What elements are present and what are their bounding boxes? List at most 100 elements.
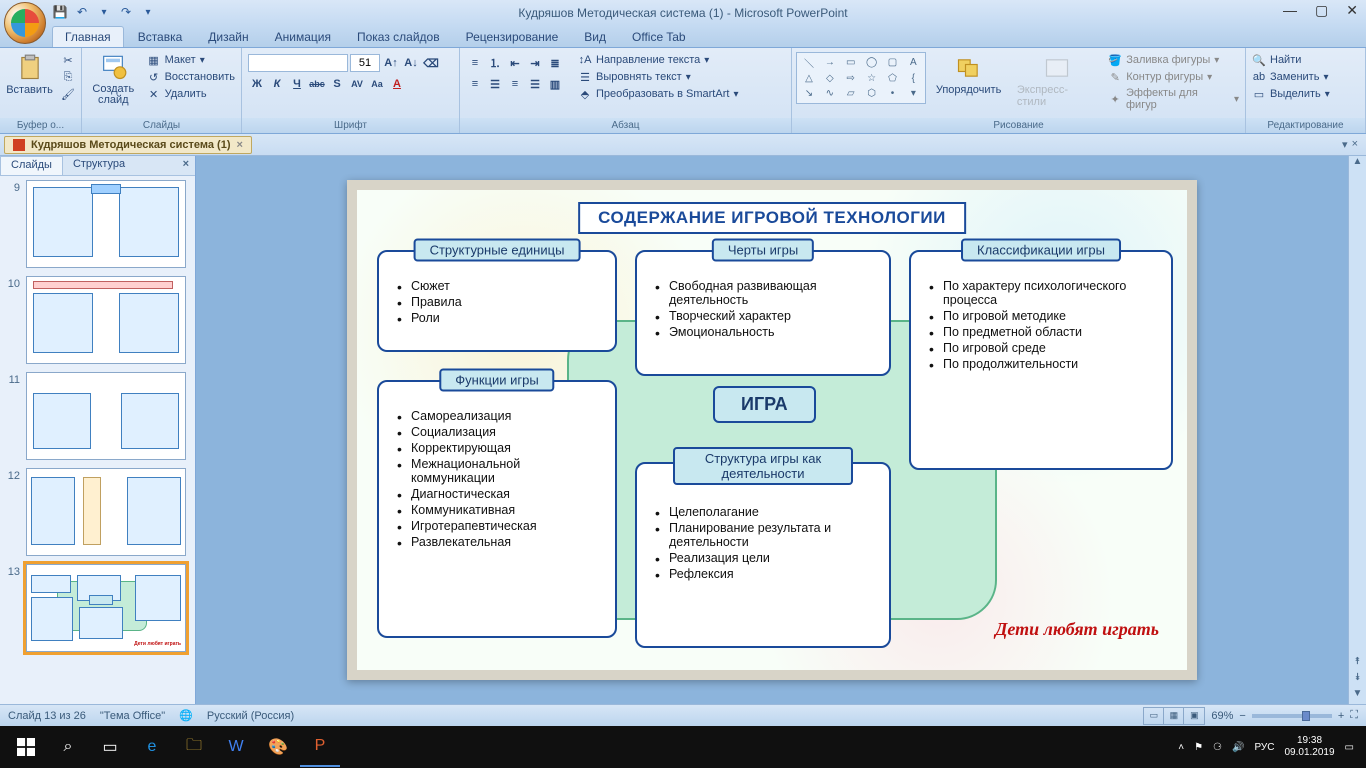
numbering-icon[interactable]: ⒈: [486, 54, 504, 72]
tab-view[interactable]: Вид: [572, 27, 618, 47]
shrink-font-icon[interactable]: A↓: [402, 54, 420, 72]
slide-title-box[interactable]: СОДЕРЖАНИЕ ИГРОВОЙ ТЕХНОЛОГИИ: [578, 202, 966, 234]
slideshow-view-button[interactable]: ▣: [1184, 708, 1204, 724]
sorter-view-button[interactable]: ▦: [1164, 708, 1184, 724]
fit-to-window-icon[interactable]: ⛶: [1350, 709, 1358, 722]
doctab-dropdown-icon[interactable]: ▾: [1342, 138, 1348, 151]
next-slide-icon[interactable]: ⯯: [1355, 672, 1361, 688]
panel-close-icon[interactable]: ×: [177, 156, 195, 175]
italic-button[interactable]: К: [268, 75, 286, 93]
tray-language[interactable]: РУС: [1254, 742, 1274, 753]
slide-thumbnail-9[interactable]: [26, 180, 186, 268]
paste-button[interactable]: Вставить: [4, 52, 55, 98]
align-left-icon[interactable]: ≡: [466, 75, 484, 93]
document-tab-close-icon[interactable]: ×: [236, 139, 242, 151]
tab-insert[interactable]: Вставка: [126, 27, 195, 47]
underline-button[interactable]: Ч: [288, 75, 306, 93]
tab-animation[interactable]: Анимация: [263, 27, 343, 47]
status-language[interactable]: Русский (Россия): [207, 710, 294, 722]
tab-slideshow[interactable]: Показ слайдов: [345, 27, 452, 47]
action-center-icon[interactable]: ▭: [1345, 742, 1354, 753]
search-button[interactable]: ⌕: [48, 727, 88, 767]
tab-review[interactable]: Рецензирование: [454, 27, 571, 47]
grow-font-icon[interactable]: A↑: [382, 54, 400, 72]
reset-button[interactable]: ↺Восстановить: [145, 69, 237, 85]
slide-thumbnail-12[interactable]: [26, 468, 186, 556]
normal-view-button[interactable]: ▭: [1144, 708, 1164, 724]
tray-clock[interactable]: 19:38 09.01.2019: [1284, 735, 1334, 759]
zoom-in-icon[interactable]: +: [1338, 710, 1344, 722]
font-name-input[interactable]: [248, 54, 348, 72]
cut-button[interactable]: ✂: [59, 52, 77, 68]
thumbnail-list[interactable]: 9 10 11 12 13Дети любят играть: [0, 176, 195, 704]
document-tab[interactable]: Кудряшов Методическая система (1) ×: [4, 136, 252, 154]
new-slide-button[interactable]: Создать слайд: [86, 52, 141, 108]
zoom-percent[interactable]: 69%: [1211, 710, 1233, 722]
align-center-icon[interactable]: ☰: [486, 75, 504, 93]
align-right-icon[interactable]: ≡: [506, 75, 524, 93]
delete-button[interactable]: ✕Удалить: [145, 86, 237, 102]
card-classifications[interactable]: Классификации игры По характеру психолог…: [909, 250, 1173, 470]
slide-thumbnail-10[interactable]: [26, 276, 186, 364]
express-styles-button[interactable]: Экспресс-стили: [1011, 52, 1102, 110]
start-button[interactable]: [6, 727, 46, 767]
task-view-button[interactable]: ▭: [90, 727, 130, 767]
format-painter-button[interactable]: 🖌: [59, 86, 77, 102]
shapes-gallery[interactable]: ＼→▭◯▢A △◇⇨☆⬠{ ↘∿▱⬡•▾: [796, 52, 926, 104]
shape-effects-button[interactable]: ✦Эффекты для фигур ▾: [1106, 86, 1241, 112]
font-color-button[interactable]: A: [388, 75, 406, 93]
minimize-button[interactable]: —: [1283, 2, 1297, 19]
edge-taskbar-icon[interactable]: e: [132, 727, 172, 767]
slide-thumbnail-13[interactable]: Дети любят играть: [26, 564, 186, 652]
card-structure[interactable]: Структура игры как деятельности Целепола…: [635, 462, 891, 648]
shape-fill-button[interactable]: 🪣Заливка фигуры ▾: [1106, 52, 1241, 68]
card-struct-units[interactable]: Структурные единицы Сюжет Правила Роли: [377, 250, 617, 352]
arrange-button[interactable]: Упорядочить: [930, 52, 1007, 98]
text-direction-button[interactable]: ↕AНаправление текста ▾: [576, 52, 740, 68]
igra-box[interactable]: ИГРА: [713, 386, 816, 423]
align-text-button[interactable]: ☰Выровнять текст ▾: [576, 69, 740, 85]
select-button[interactable]: ▭Выделить ▾: [1250, 86, 1332, 102]
paint-taskbar-icon[interactable]: 🎨: [258, 727, 298, 767]
line-spacing-icon[interactable]: ≣: [546, 54, 564, 72]
redo-icon[interactable]: ↷: [118, 4, 134, 20]
tab-design[interactable]: Дизайн: [196, 27, 260, 47]
replace-button[interactable]: abЗаменить ▾: [1250, 69, 1332, 85]
zoom-slider[interactable]: [1252, 714, 1332, 718]
columns-icon[interactable]: ▥: [546, 75, 564, 93]
slide[interactable]: СОДЕРЖАНИЕ ИГРОВОЙ ТЕХНОЛОГИИ Структурны…: [347, 180, 1197, 680]
office-button[interactable]: [4, 2, 46, 44]
indent-dec-icon[interactable]: ⇤: [506, 54, 524, 72]
scroll-up-icon[interactable]: ▲: [1353, 156, 1363, 172]
find-button[interactable]: 🔍Найти: [1250, 52, 1332, 68]
tray-notification-icon[interactable]: ⚑: [1194, 742, 1203, 753]
shape-outline-button[interactable]: ✎Контур фигуры ▾: [1106, 69, 1241, 85]
font-size-input[interactable]: [350, 54, 380, 72]
children-love-text[interactable]: Дети любят играть: [995, 619, 1159, 640]
tab-officetab[interactable]: Office Tab: [620, 27, 698, 47]
tab-home[interactable]: Главная: [52, 26, 124, 47]
bullets-icon[interactable]: ≡: [466, 54, 484, 72]
zoom-out-icon[interactable]: −: [1239, 710, 1245, 722]
card-traits[interactable]: Черты игры Свободная развивающая деятель…: [635, 250, 891, 376]
doctab-close-all-icon[interactable]: ×: [1352, 138, 1358, 151]
word-taskbar-icon[interactable]: W: [216, 727, 256, 767]
spacing-button[interactable]: AV: [348, 75, 366, 93]
tray-network-icon[interactable]: ⚆: [1213, 742, 1222, 753]
layout-button[interactable]: ▦Макет ▾: [145, 52, 237, 68]
card-functions[interactable]: Функции игры Самореализация Социализация…: [377, 380, 617, 638]
scroll-down-icon[interactable]: ▼: [1353, 688, 1363, 704]
explorer-taskbar-icon[interactable]: 🗀: [174, 727, 214, 767]
smartart-button[interactable]: ⬘Преобразовать в SmartArt ▾: [576, 86, 740, 102]
save-icon[interactable]: 💾: [52, 4, 68, 20]
panel-tab-structure[interactable]: Структура: [63, 156, 135, 175]
maximize-button[interactable]: ▢: [1315, 2, 1328, 19]
slide-thumbnail-11[interactable]: [26, 372, 186, 460]
prev-slide-icon[interactable]: ⯭: [1355, 656, 1361, 672]
tray-overflow-icon[interactable]: ˄: [1178, 742, 1184, 753]
clear-format-icon[interactable]: ⌫: [422, 54, 440, 72]
powerpoint-taskbar-icon[interactable]: P: [300, 727, 340, 767]
case-button[interactable]: Aa: [368, 75, 386, 93]
undo-more-icon[interactable]: ▾: [96, 4, 112, 20]
vertical-scrollbar[interactable]: ▲ ⯭ ⯯ ▼: [1348, 156, 1366, 704]
